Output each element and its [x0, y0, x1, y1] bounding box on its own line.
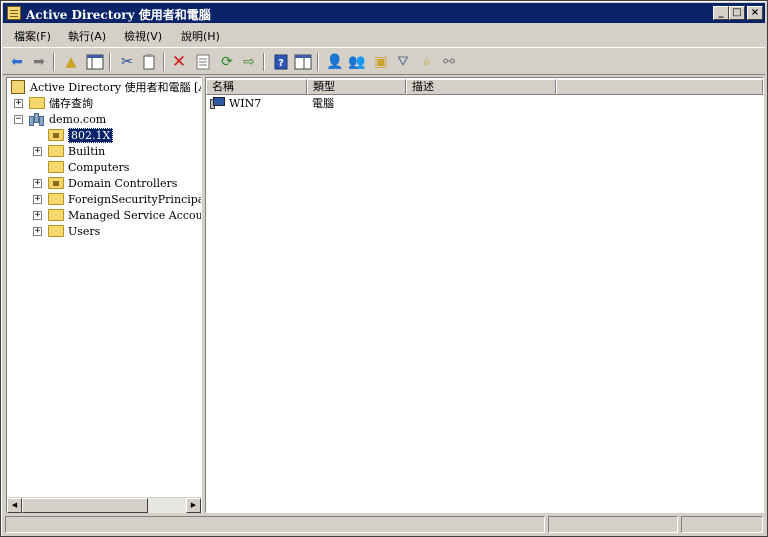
- tree-item-managed-service-accounts[interactable]: Managed Service Accounts: [48, 207, 201, 223]
- scroll-left-button[interactable]: ◀: [7, 498, 22, 513]
- folder-icon: [48, 193, 64, 205]
- ou-folder-icon: [48, 129, 64, 141]
- scroll-thumb[interactable]: [22, 498, 148, 513]
- scroll-right-button[interactable]: ▶: [186, 498, 201, 513]
- menu-help[interactable]: 說明(H): [181, 28, 220, 44]
- folder-icon: [48, 161, 64, 173]
- tree-item-802-1x[interactable]: 802.1X: [48, 127, 114, 143]
- computer-icon: [210, 97, 226, 109]
- cut-icon[interactable]: ✂: [117, 52, 137, 72]
- details-list-pane[interactable]: 名稱 類型 描述 WIN7 電腦: [205, 77, 764, 513]
- folder-icon: [48, 225, 64, 237]
- tree-horizontal-scrollbar[interactable]: ◀ ▶: [7, 497, 201, 513]
- copy-icon[interactable]: [139, 52, 159, 72]
- tree-item-label: Users: [68, 224, 101, 238]
- tree-item-saved-queries[interactable]: 儲存查詢: [29, 95, 93, 111]
- tree-item-label: demo.com: [49, 112, 107, 126]
- folder-icon: [29, 97, 45, 109]
- tree-item-label: Builtin: [68, 144, 106, 158]
- up-folder-icon[interactable]: ▲: [61, 52, 81, 72]
- expand-users[interactable]: +: [33, 227, 42, 236]
- ou-folder-icon: [48, 177, 64, 189]
- tree-item-label: 儲存查詢: [49, 97, 93, 110]
- back-icon[interactable]: ⬅: [7, 52, 27, 72]
- main-window: Active Directory 使用者和電腦 _ □ × 檔案(F) 執行(A…: [0, 0, 768, 537]
- tree-item-label: 802.1X: [68, 127, 114, 143]
- column-header-name[interactable]: 名稱: [206, 79, 307, 95]
- show-hide-tree-icon[interactable]: [85, 52, 105, 72]
- status-bar: [3, 516, 765, 534]
- tree-item-computers[interactable]: Computers: [48, 159, 129, 175]
- find-icon[interactable]: ⌕: [417, 52, 437, 72]
- export-list-icon[interactable]: ⇨: [239, 52, 259, 72]
- folder-icon: [48, 145, 64, 157]
- column-header-description[interactable]: 描述: [406, 79, 556, 95]
- status-segment-3: [681, 516, 763, 533]
- help-icon[interactable]: ?: [271, 52, 291, 72]
- menu-file[interactable]: 檔案(F): [14, 28, 51, 44]
- tree-item-builtin[interactable]: Builtin: [48, 143, 105, 159]
- forward-icon[interactable]: ➡: [29, 52, 49, 72]
- toolbar-separator: [53, 53, 55, 71]
- maximize-button[interactable]: □: [729, 6, 745, 20]
- table-row-type[interactable]: 電腦: [312, 95, 334, 111]
- add-to-group-icon[interactable]: ⚯: [439, 52, 459, 72]
- toolbar: ⬅ ➡ ▲ ✂ ✕ ⟳ ⇨ ? 👤 👥 ▣ ⛛ ⌕ ⚯: [3, 47, 765, 75]
- tree-item-label: Computers: [68, 160, 130, 174]
- domain-icon: [29, 112, 45, 126]
- console-tree-pane[interactable]: Active Directory 使用者和電腦 [A: + 儲存查詢 − dem…: [6, 77, 202, 513]
- toolbar-separator: [317, 53, 319, 71]
- tree-item-foreign-security-principals[interactable]: ForeignSecurityPrincipals: [48, 191, 202, 207]
- menu-view[interactable]: 檢視(V): [124, 28, 162, 44]
- menu-bar: 檔案(F) 執行(A) 檢視(V) 說明(H): [3, 25, 765, 45]
- expand-saved-queries[interactable]: +: [14, 99, 23, 108]
- tree-item-label: Domain Controllers: [68, 176, 178, 190]
- console-tree-icon[interactable]: [293, 52, 313, 72]
- title-bar[interactable]: Active Directory 使用者和電腦 _ □ ×: [3, 3, 765, 23]
- status-segment-2: [548, 516, 678, 533]
- table-row[interactable]: WIN7: [210, 95, 261, 111]
- minimize-button[interactable]: _: [713, 6, 729, 20]
- menu-action[interactable]: 執行(A): [68, 28, 106, 44]
- tree-item-domain-controllers[interactable]: Domain Controllers: [48, 175, 177, 191]
- ad-console-icon: [11, 80, 25, 94]
- cell-name: WIN7: [229, 96, 262, 110]
- add-ou-icon[interactable]: ▣: [371, 52, 391, 72]
- toolbar-separator: [163, 53, 165, 71]
- column-header-filler: [556, 79, 763, 95]
- collapse-domain[interactable]: −: [14, 115, 23, 124]
- expand-builtin[interactable]: +: [33, 147, 42, 156]
- delete-icon[interactable]: ✕: [169, 52, 189, 72]
- expand-foreign-security-principals[interactable]: +: [33, 195, 42, 204]
- tree-item-users[interactable]: Users: [48, 223, 100, 239]
- add-user-icon[interactable]: 👤: [325, 52, 345, 72]
- toolbar-separator: [109, 53, 111, 71]
- tree-root[interactable]: Active Directory 使用者和電腦 [A:: [11, 79, 202, 95]
- tree-root-label: Active Directory 使用者和電腦 [A:: [30, 81, 202, 94]
- tree-item-domain[interactable]: demo.com: [29, 111, 106, 127]
- folder-icon: [48, 209, 64, 221]
- cell-type: 電腦: [312, 97, 334, 110]
- app-icon: [7, 6, 21, 20]
- status-segment-main: [5, 516, 545, 533]
- add-group-icon[interactable]: 👥: [347, 52, 367, 72]
- tree-item-label: Managed Service Accounts: [68, 208, 201, 222]
- filter-icon[interactable]: ⛛: [393, 52, 413, 72]
- properties-icon[interactable]: [193, 52, 213, 72]
- refresh-icon[interactable]: ⟳: [217, 52, 237, 72]
- expand-managed-service-accounts[interactable]: +: [33, 211, 42, 220]
- column-header-type[interactable]: 類型: [307, 79, 406, 95]
- tree-item-label: ForeignSecurityPrincipals: [68, 192, 202, 206]
- svg-text:?: ?: [278, 58, 284, 69]
- window-title: Active Directory 使用者和電腦: [26, 8, 211, 22]
- close-button[interactable]: ×: [747, 6, 763, 20]
- toolbar-separator: [263, 53, 265, 71]
- expand-domain-controllers[interactable]: +: [33, 179, 42, 188]
